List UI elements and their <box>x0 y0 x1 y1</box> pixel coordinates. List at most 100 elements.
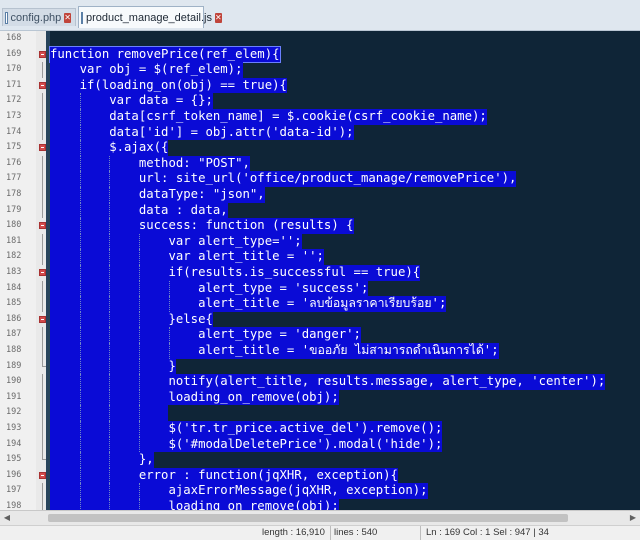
code-line[interactable]: 178 dataType: "json", <box>0 187 640 203</box>
indent-guide <box>79 109 82 125</box>
line-number: 186 <box>6 313 22 324</box>
fold-collapse-icon[interactable] <box>39 50 46 58</box>
line-number: 168 <box>6 33 22 43</box>
code-text: success: function (results) { <box>50 218 354 234</box>
code-line[interactable]: 180 success: function (results) { <box>0 218 640 234</box>
fold-line <box>42 187 43 203</box>
line-number: 198 <box>6 501 22 510</box>
indent-guide <box>168 343 171 359</box>
code-text: notify(alert_title, results.message, ale… <box>50 374 606 390</box>
indent-guide <box>109 389 111 406</box>
line-number: 190 <box>6 376 22 387</box>
fold-line <box>42 280 43 297</box>
scroll-left-icon[interactable]: ◀ <box>0 511 14 525</box>
status-position: Ln : 169 Col : 1 Sel : 947 | 34 <box>426 527 549 538</box>
code-line[interactable]: 189 } <box>0 358 640 375</box>
indent-guide <box>79 202 82 219</box>
scroll-right-icon[interactable]: ▶ <box>626 511 640 525</box>
code-text: var alert_type=''; <box>50 233 302 250</box>
code-text: var obj = $(ref_elem); <box>50 62 243 78</box>
indent-guide <box>139 343 141 359</box>
indent-guide <box>139 296 141 312</box>
code-line[interactable]: 174 data['id'] = obj.attr('data-id'); <box>0 124 640 141</box>
code-line[interactable]: 192 <box>0 405 640 421</box>
code-text: data : data, <box>50 202 228 219</box>
indent-guide <box>79 374 82 390</box>
fold-collapse-icon[interactable] <box>39 269 46 276</box>
line-number: 182 <box>6 251 22 262</box>
code-line[interactable]: 194 $('#modalDeletePrice').modal('hide')… <box>0 436 640 453</box>
code-line[interactable]: 197 ajaxErrorMessage(jqXHR, exception); <box>0 483 640 499</box>
close-icon[interactable]: ✕ <box>214 12 222 23</box>
line-number: 189 <box>6 360 22 371</box>
code-line[interactable]: 169 function removePrice(ref_elem){ <box>0 45 640 64</box>
code-line[interactable]: 195 }, <box>0 452 640 468</box>
fold-collapse-icon[interactable] <box>39 471 46 479</box>
code-line[interactable]: 181 var alert_type=''; <box>0 233 640 250</box>
code-line[interactable]: 188 alert_title = 'ขออภัย ไม่สามารถดำเนิ… <box>0 343 640 359</box>
indent-guide <box>109 436 111 453</box>
code-line[interactable]: 172 var data = {}; <box>0 93 640 109</box>
fold-end-marker <box>42 452 46 461</box>
code-text: data[csrf_token_name] = $.cookie(csrf_co… <box>50 109 487 125</box>
code-text: dataType: "json", <box>50 187 265 203</box>
fold-line <box>42 343 43 359</box>
tab-config-php[interactable]: config.php ✕ <box>2 8 76 26</box>
code-line[interactable]: 179 data : data, <box>0 202 640 219</box>
indent-guide <box>79 265 82 281</box>
line-number: 184 <box>6 282 22 293</box>
code-line[interactable]: 175 $.ajax({ <box>0 140 640 156</box>
code-line[interactable]: 193 $('tr.tr_price.active_del').remove()… <box>0 421 640 437</box>
code-line[interactable]: 182 var alert_title = ''; <box>0 249 640 265</box>
code-line[interactable]: 184 alert_type = 'success'; <box>0 280 640 297</box>
code-line[interactable]: 190 notify(alert_title, results.message,… <box>0 374 640 390</box>
scrollbar-thumb[interactable] <box>48 514 568 522</box>
line-number: 177 <box>6 173 22 184</box>
line-number: 173 <box>6 111 22 121</box>
fold-collapse-icon[interactable] <box>39 315 46 323</box>
code-text: function removePrice(ref_elem){ <box>49 45 281 64</box>
indent-guide <box>139 405 141 421</box>
indent-guide <box>79 358 82 375</box>
line-number: 172 <box>6 95 22 106</box>
code-line[interactable]: 173 data[csrf_token_name] = $.cookie(csr… <box>0 109 640 125</box>
code-line[interactable]: 191 loading_on_remove(obj); <box>0 389 640 406</box>
code-line[interactable]: 171 if(loading_on(obj) == true){ <box>0 77 640 94</box>
indent-guide <box>139 327 141 343</box>
code-text: var alert_title = ''; <box>50 249 324 265</box>
code-line[interactable]: 177 url: site_url('office/product_manage… <box>0 171 640 187</box>
close-icon[interactable]: ✕ <box>64 12 71 23</box>
code-text: }else{ <box>50 311 213 328</box>
indent-guide <box>79 499 82 510</box>
indent-guide <box>109 280 111 297</box>
code-line[interactable]: 176 method: "POST", <box>0 155 640 172</box>
status-lines: lines : 540 <box>334 527 378 538</box>
code-line[interactable]: 185 alert_title = 'ลบข้อมูลราคาเรียบร้อย… <box>0 296 640 312</box>
code-text: var data = {}; <box>50 93 213 109</box>
indent-guide <box>79 218 82 234</box>
line-number: 197 <box>6 485 22 496</box>
tab-product-manage-detail-js[interactable]: product_manage_detail.js ✕ <box>78 6 222 28</box>
code-line[interactable]: 168 <box>0 31 640 47</box>
code-line[interactable]: 196 error : function(jqXHR, exception){ <box>0 467 640 484</box>
code-editor[interactable]: 168 169 function removePrice(ref_elem){170… <box>0 31 640 510</box>
code-text: alert_type = 'danger'; <box>50 327 361 343</box>
indent-guide <box>109 343 111 359</box>
code-line[interactable]: 187 alert_type = 'danger'; <box>0 327 640 343</box>
indent-guide <box>79 343 82 359</box>
fold-collapse-icon[interactable] <box>39 222 46 230</box>
indent-guide <box>139 249 141 265</box>
tab-label: config.php <box>10 11 62 24</box>
status-length: length : 16,910 <box>262 527 325 538</box>
fold-collapse-icon[interactable] <box>39 81 46 89</box>
indent-guide <box>109 171 111 187</box>
code-line[interactable]: 186 }else{ <box>0 311 640 328</box>
indent-guide <box>139 483 141 499</box>
line-number: 185 <box>6 298 22 309</box>
horizontal-scrollbar[interactable]: ◀ ▶ <box>0 510 640 525</box>
code-line[interactable]: 170 var obj = $(ref_elem); <box>0 62 640 78</box>
fold-collapse-icon[interactable] <box>39 144 46 152</box>
code-line[interactable]: 198 loading_on_remove(obj); <box>0 499 640 510</box>
code-text: if(loading_on(obj) == true){ <box>50 77 287 94</box>
code-line[interactable]: 183 if(results.is_successful == true){ <box>0 265 640 281</box>
